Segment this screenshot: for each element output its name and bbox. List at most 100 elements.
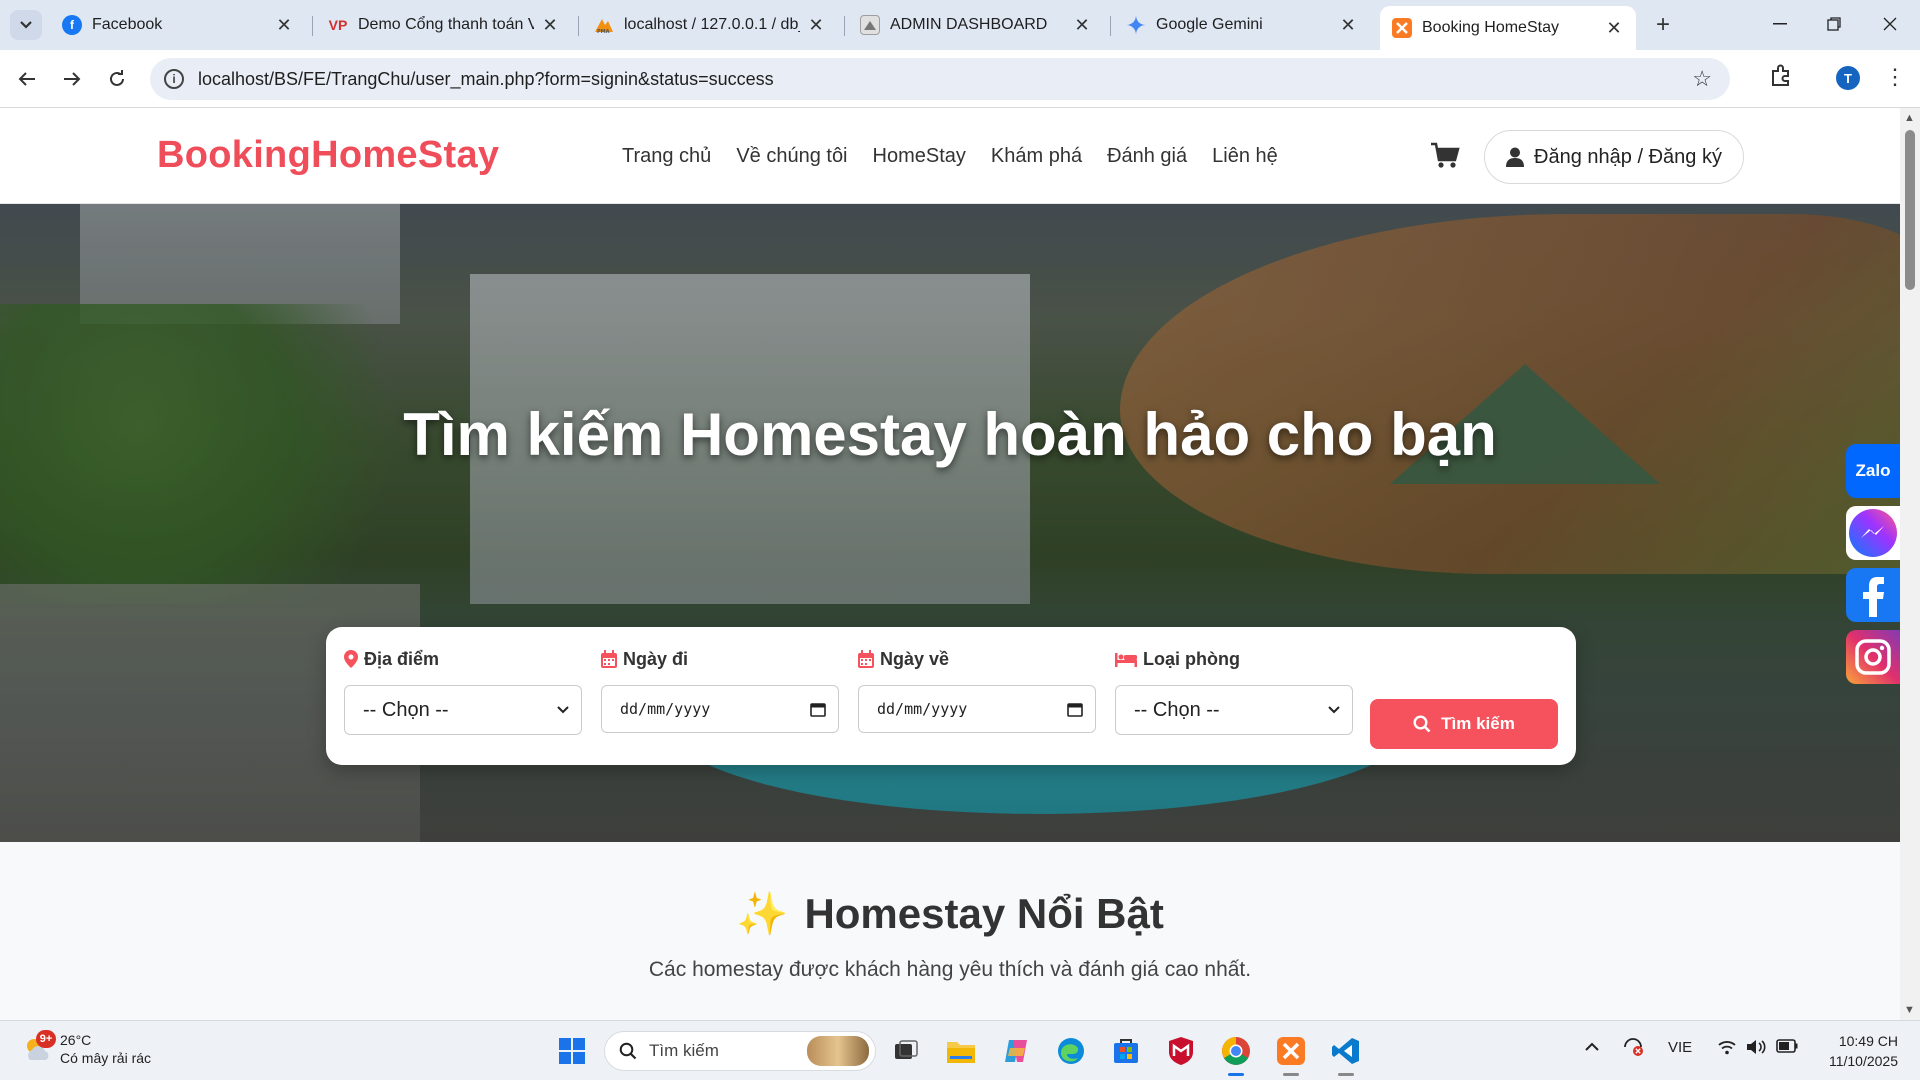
nav-explore[interactable]: Khám phá [991, 145, 1082, 168]
taskbar-search[interactable]: Tìm kiếm [604, 1031, 876, 1071]
close-icon[interactable]: ✕ [1604, 18, 1624, 38]
tab-gemini[interactable]: Google Gemini ✕ [1114, 8, 1370, 42]
nav-reviews[interactable]: Đánh giá [1107, 145, 1187, 168]
language-indicator[interactable]: VIE [1668, 1039, 1692, 1056]
room-type-label: Loại phòng [1143, 648, 1240, 669]
room-type-select-value: -- Chọn -- [1134, 698, 1220, 721]
scroll-up-icon[interactable]: ▲ [1904, 112, 1915, 124]
scroll-down-icon[interactable]: ▼ [1904, 1004, 1915, 1016]
reload-button[interactable] [100, 62, 134, 96]
nav-about[interactable]: Về chúng tôi [736, 145, 847, 168]
start-button[interactable] [556, 1035, 588, 1067]
close-icon[interactable]: ✕ [1338, 15, 1358, 35]
calendar-picker-icon[interactable] [1067, 701, 1083, 717]
xampp-icon [1277, 1037, 1305, 1065]
instagram-button[interactable] [1846, 630, 1900, 684]
room-type-field: Loại phòng -- Chọn -- [1115, 647, 1353, 735]
minimize-button[interactable] [1750, 8, 1810, 40]
clock-date: 11/10/2025 [1828, 1053, 1898, 1069]
scrollbar-thumb[interactable] [1905, 130, 1915, 290]
bookmark-star-icon[interactable]: ☆ [1692, 66, 1712, 92]
location-select[interactable]: -- Chọn -- [344, 685, 582, 735]
close-icon[interactable]: ✕ [274, 15, 294, 35]
hero-section: Tìm kiếm Homestay hoàn hảo cho bạn Địa đ… [0, 204, 1900, 842]
checkout-label: Ngày về [880, 648, 950, 669]
zalo-icon: Zalo [1855, 461, 1891, 480]
nav-home[interactable]: Trang chủ [622, 145, 711, 168]
weather-widget[interactable]: 9+ 26°C Có mây rải rác [22, 1030, 151, 1067]
back-button[interactable] [10, 62, 44, 96]
url-text[interactable]: localhost/BS/FE/TrangChu/user_main.php?f… [198, 69, 774, 90]
browser-toolbar: i localhost/BS/FE/TrangChu/user_main.php… [0, 50, 1920, 108]
new-tab-button[interactable]: + [1648, 10, 1678, 40]
close-icon[interactable]: ✕ [806, 15, 826, 35]
tab-booking-homestay[interactable]: Booking HomeStay ✕ [1380, 6, 1636, 50]
calendar-icon [858, 650, 874, 668]
xampp-icon [1392, 18, 1412, 38]
browser-tab-strip: f Facebook ✕ VP Demo Cổng thanh toán VN … [0, 0, 1920, 50]
tab-phpmyadmin[interactable]: PMA localhost / 127.0.0.1 / db_b ✕ [582, 8, 838, 42]
store-button[interactable] [1110, 1035, 1142, 1067]
checkin-field: Ngày đi dd/mm/yyyy [601, 647, 839, 733]
vnpay-icon: VP [328, 17, 348, 33]
weather-badge: 9+ [36, 1030, 56, 1048]
arrow-right-icon [64, 72, 81, 86]
battery-icon[interactable] [1776, 1039, 1798, 1057]
page-scrollbar[interactable]: ▲ ▼ [1900, 108, 1920, 1020]
tab-search-button[interactable] [10, 10, 42, 40]
login-register-button[interactable]: Đăng nhập / Đăng ký [1484, 130, 1744, 184]
network-status[interactable] [1622, 1037, 1644, 1061]
messenger-button[interactable] [1846, 506, 1900, 560]
close-icon[interactable]: ✕ [540, 15, 560, 35]
chevron-down-icon [557, 706, 569, 714]
show-hidden-icons[interactable] [1584, 1039, 1600, 1056]
search-button[interactable]: Tìm kiếm [1370, 699, 1558, 749]
facebook-icon [1863, 577, 1884, 617]
weather-temp: 26°C [60, 1032, 92, 1048]
copilot-button[interactable] [1000, 1035, 1032, 1067]
restore-button[interactable] [1804, 8, 1864, 40]
search-button-label: Tìm kiếm [1441, 714, 1515, 733]
forward-button[interactable] [55, 62, 89, 96]
extensions-icon[interactable] [1768, 63, 1794, 89]
more-menu-icon[interactable]: ⋮ [1884, 64, 1906, 90]
volume-icon[interactable] [1746, 1039, 1766, 1059]
close-icon[interactable]: ✕ [1072, 15, 1092, 35]
site-info-icon[interactable]: i [164, 69, 184, 89]
site-logo[interactable]: BookingHomeStay [157, 134, 499, 177]
address-bar[interactable]: i localhost/BS/FE/TrangChu/user_main.php… [150, 58, 1730, 100]
wifi-icon[interactable] [1718, 1039, 1736, 1059]
system-clock[interactable]: 10:49 CH 11/10/2025 [1818, 1031, 1898, 1071]
facebook-button[interactable] [1846, 568, 1900, 622]
xampp-button[interactable] [1275, 1035, 1307, 1067]
map-marker-icon [344, 650, 358, 668]
checkin-date-input[interactable]: dd/mm/yyyy [601, 685, 839, 733]
close-window-button[interactable] [1860, 8, 1920, 40]
tab-admin-dashboard[interactable]: ADMIN DASHBOARD ✕ [848, 8, 1104, 42]
profile-avatar[interactable]: T [1836, 66, 1860, 90]
facebook-icon: f [62, 15, 82, 35]
mcafee-button[interactable] [1165, 1035, 1197, 1067]
main-nav: Trang chủ Về chúng tôi HomeStay Khám phá… [622, 145, 1278, 168]
location-field: Địa điểm -- Chọn -- [344, 647, 582, 735]
tab-vnpay[interactable]: VP Demo Cổng thanh toán VN ✕ [316, 8, 572, 42]
calendar-picker-icon[interactable] [810, 701, 826, 717]
microsoft-store-icon [1114, 1039, 1138, 1063]
checkout-date-input[interactable]: dd/mm/yyyy [858, 685, 1096, 733]
zalo-button[interactable]: Zalo [1846, 444, 1900, 498]
edge-icon [1058, 1038, 1084, 1064]
search-icon [1413, 715, 1431, 733]
file-explorer-button[interactable] [945, 1035, 977, 1067]
tab-facebook[interactable]: f Facebook ✕ [50, 8, 306, 42]
cart-icon[interactable] [1430, 142, 1460, 170]
room-type-select[interactable]: -- Chọn -- [1115, 685, 1353, 735]
vscode-button[interactable] [1330, 1035, 1362, 1067]
tab-title: ADMIN DASHBOARD [890, 16, 1048, 33]
nav-homestay[interactable]: HomeStay [873, 145, 966, 168]
chrome-button[interactable] [1220, 1035, 1252, 1067]
windows-logo-icon [559, 1038, 585, 1064]
nav-contact[interactable]: Liên hệ [1212, 145, 1278, 168]
user-icon [1506, 147, 1525, 167]
task-view-button[interactable] [890, 1035, 922, 1067]
edge-button[interactable] [1055, 1035, 1087, 1067]
